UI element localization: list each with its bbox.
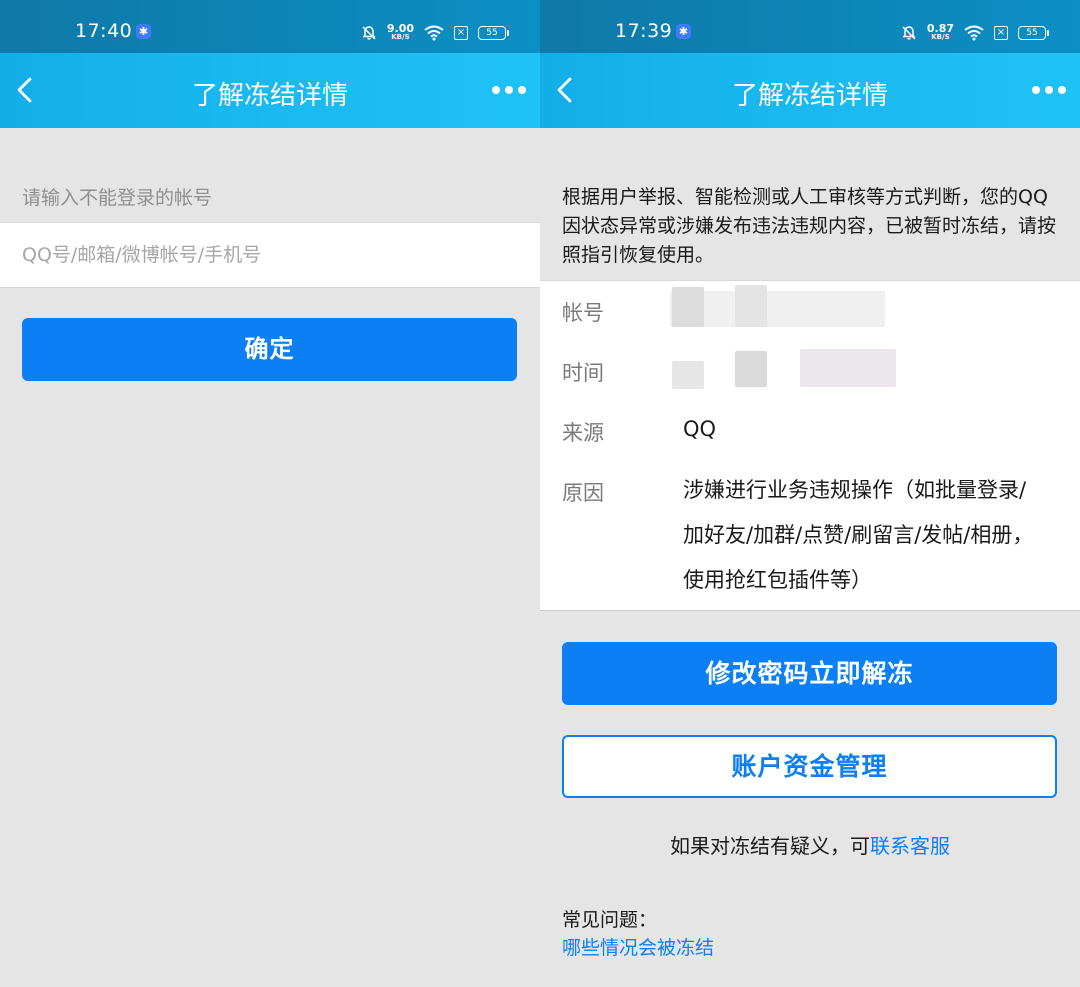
faq-title: 常见问题： — [562, 909, 658, 931]
status-bar: 17:39 ✱ 0.87 KB/S × 55 — [540, 0, 1080, 53]
mute-bell-icon — [362, 26, 376, 40]
notice-text: 根据用户举报、智能检测或人工审核等方式判断，您的QQ因状态异常或涉嫌发布违法违规… — [562, 186, 1057, 266]
app-badge-icon: ✱ — [136, 24, 151, 39]
freeze-details: 帐号 时间 来源 QQ 原因 涉嫌进行业务违规操作（如批量登录/加好友/加群/点… — [540, 280, 1080, 611]
contact-support-link[interactable]: 联系客服 — [870, 834, 950, 858]
status-time: 17:40 — [75, 20, 133, 42]
account-label: 帐号 — [562, 301, 604, 325]
status-icons: 9.00 KB/S × 55 — [361, 22, 509, 44]
app-badge-icon: ✱ — [676, 24, 691, 39]
battery-icon: 55 — [478, 26, 509, 40]
account-value-blurred — [672, 287, 704, 327]
source-label: 来源 — [562, 421, 604, 445]
mute-bell-icon — [902, 26, 916, 40]
account-input-row — [0, 222, 540, 288]
reason-value: 涉嫌进行业务违规操作（如批量登录/加好友/加群/点赞/刷留言/发帖/相册，使用抢… — [683, 478, 1034, 592]
speed-value: 0.87 — [926, 22, 954, 35]
speed-value: 9.00 — [386, 22, 414, 35]
network-speed: 0.87 KB/S — [926, 22, 954, 42]
left-screen: 17:40 ✱ 9.00 KB/S × 55 了解冻结详情 请输入不能登录的帐号… — [0, 0, 540, 987]
account-funds-button[interactable]: 账户资金管理 — [562, 735, 1057, 798]
wifi-icon — [964, 25, 984, 41]
battery-icon: 55 — [1018, 26, 1049, 40]
time-value-blurred — [672, 361, 704, 389]
speed-unit: KB/S — [931, 33, 950, 41]
source-value: QQ — [683, 417, 717, 441]
time-label: 时间 — [562, 361, 604, 385]
contact-line: 如果对冻结有疑义，可联系客服 — [540, 830, 1080, 859]
freeze-notice: 根据用户举报、智能检测或人工审核等方式判断，您的QQ因状态异常或涉嫌发布违法违规… — [540, 128, 1080, 278]
wifi-icon — [424, 25, 444, 41]
speed-unit: KB/S — [391, 33, 410, 41]
page-title: 了解冻结详情 — [731, 81, 888, 111]
contact-prefix: 如果对冻结有疑义，可 — [670, 834, 870, 858]
more-dots-icon[interactable] — [492, 81, 526, 99]
reason-label: 原因 — [562, 481, 604, 505]
nav-header: 了解冻结详情 — [540, 53, 1080, 128]
status-bar: 17:40 ✱ 9.00 KB/S × 55 — [0, 0, 540, 53]
status-time: 17:39 — [615, 20, 673, 42]
nav-header: 了解冻结详情 — [0, 53, 540, 128]
account-input[interactable] — [22, 223, 512, 287]
status-icons: 0.87 KB/S × 55 — [901, 22, 1049, 44]
account-label: 请输入不能登录的帐号 — [22, 187, 213, 209]
account-value-blurred — [735, 285, 767, 327]
network-speed: 9.00 KB/S — [386, 22, 414, 42]
confirm-button[interactable]: 确定 — [22, 318, 517, 381]
sim-x-icon: × — [994, 26, 1008, 40]
faq-link[interactable]: 哪些情况会被冻结 — [562, 933, 714, 960]
more-dots-icon[interactable] — [1032, 81, 1066, 99]
time-value-blurred — [800, 349, 896, 387]
time-value-blurred — [735, 351, 767, 387]
sim-x-icon: × — [454, 26, 468, 40]
page-title: 了解冻结详情 — [191, 81, 348, 111]
change-password-unfreeze-button[interactable]: 修改密码立即解冻 — [562, 642, 1057, 705]
right-screen: 17:39 ✱ 0.87 KB/S × 55 了解冻结详情 根据用户举报、智能检… — [540, 0, 1080, 987]
